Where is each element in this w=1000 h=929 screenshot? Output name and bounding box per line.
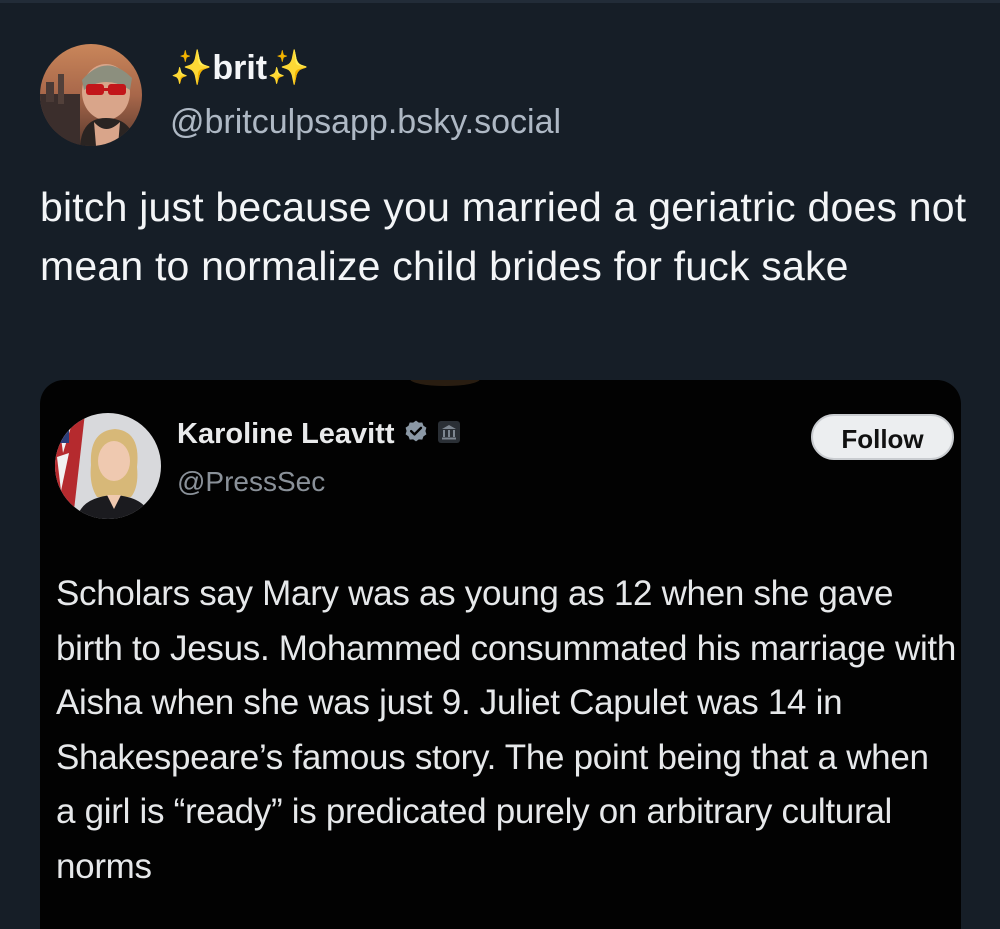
- embed-author-row: Karoline Leavitt: [177, 416, 461, 452]
- embed-author-handle: @PressSec: [177, 466, 326, 497]
- embed-author-avatar: [55, 413, 161, 519]
- divider: [0, 0, 1000, 3]
- government-affiliation-icon: [437, 420, 461, 449]
- author-display-name[interactable]: ✨brit✨: [170, 48, 309, 88]
- post-text: bitch just because you married a geriatr…: [40, 184, 967, 289]
- author-handle[interactable]: @britculpsapp.bsky.social: [170, 101, 561, 143]
- verified-badge-icon: [403, 419, 429, 450]
- embed-post-text: Scholars say Mary was as young as 12 whe…: [56, 574, 957, 886]
- quoted-image-embed[interactable]: Karoline Leavitt @PressSec Follow Schola…: [40, 380, 961, 929]
- embed-glow: [410, 380, 480, 386]
- post-card: ✨brit✨ @britculpsapp.bsky.social bitch j…: [0, 0, 1000, 929]
- follow-button[interactable]: Follow: [811, 414, 954, 460]
- author-avatar[interactable]: [40, 44, 142, 146]
- embed-author-display-name: Karoline Leavitt: [177, 418, 395, 450]
